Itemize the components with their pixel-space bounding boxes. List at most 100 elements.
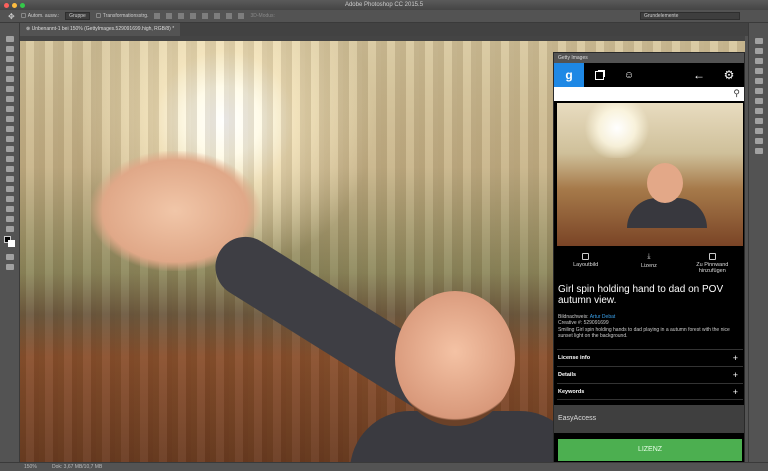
panel-icon[interactable] (754, 58, 763, 64)
auto-select-checkbox[interactable]: Autom. ausw.: (20, 13, 60, 19)
maximize-window-button[interactable] (20, 2, 25, 8)
align-icon[interactable] (202, 13, 209, 19)
panel-icon[interactable] (754, 138, 763, 144)
collections-icon[interactable] (584, 63, 614, 87)
document-tabs: ⊗ Unbenannt-1 bei 150% (GettyImages.5290… (20, 23, 748, 36)
image-meta: Bildnachweis: Artur Debat Creative #: 52… (558, 314, 742, 339)
document-size: Dok: 3,67 MB/10,7 MB (52, 464, 103, 470)
accordion-label: Keywords (558, 389, 585, 395)
status-bar: 150% Dok: 3,67 MB/10,7 MB (0, 462, 768, 471)
color-swatches[interactable] (0, 236, 19, 250)
stamp-tool-icon[interactable] (5, 116, 14, 122)
options-bar: ✥ Autom. ausw.: Gruppe Transformationsst… (0, 10, 768, 23)
auto-select-label: Autom. ausw.: (27, 13, 60, 19)
image-title: Girl spin holding hand to dad on POV aut… (558, 284, 724, 306)
accordion-label: License info (558, 355, 591, 361)
gear-icon[interactable]: ⚙ (714, 63, 744, 87)
healing-tool-icon[interactable] (5, 96, 14, 102)
hand-tool-icon[interactable] (5, 216, 14, 222)
image-description: Smiling Girl spin holding hands to dad p… (558, 326, 730, 339)
move-tool-icon[interactable]: ✥ (8, 12, 15, 21)
path-select-icon[interactable] (5, 196, 14, 202)
search-icon[interactable]: ⚲ (733, 88, 740, 99)
3d-mode-label: 3D-Modus: (250, 13, 275, 19)
photographer-link[interactable]: Artur Debat (590, 314, 616, 320)
document-tab-label: Unbenannt-1 bei 150% (GettyImages.529091… (31, 26, 175, 32)
accordion-license-info[interactable]: License info + (557, 349, 743, 366)
action-label: Zu Pinnwand hinzufügen (696, 262, 729, 274)
panel-icon[interactable] (754, 68, 763, 74)
eyedropper-tool-icon[interactable] (5, 86, 14, 92)
gradient-tool-icon[interactable] (5, 146, 14, 152)
getty-panel-icon[interactable] (754, 148, 763, 154)
panel-icon[interactable] (754, 98, 763, 104)
eraser-tool-icon[interactable] (5, 136, 14, 142)
getty-g-icon[interactable]: g (554, 63, 584, 87)
zoom-tool-icon[interactable] (5, 226, 14, 232)
add-to-board-button[interactable]: Zu Pinnwand hinzufügen (682, 253, 742, 283)
group-select[interactable]: Gruppe (65, 12, 90, 20)
align-icon[interactable] (178, 13, 185, 19)
align-icon[interactable] (166, 13, 173, 19)
pen-tool-icon[interactable] (5, 176, 14, 182)
quick-select-tool-icon[interactable] (5, 66, 14, 72)
license-button[interactable]: LIZENZ (558, 439, 742, 461)
download-icon: ⤓ (647, 253, 651, 260)
close-window-button[interactable] (4, 2, 9, 8)
image-actions: Layoutbild ⤓ Lizenz Zu Pinnwand hinzufüge… (554, 253, 744, 283)
panel-icon[interactable] (754, 128, 763, 134)
distribute-icon[interactable] (238, 13, 245, 19)
license-action-button[interactable]: ⤓ Lizenz (619, 253, 679, 283)
panel-icon[interactable] (754, 38, 763, 44)
document-tab[interactable]: ⊗ Unbenannt-1 bei 150% (GettyImages.5290… (20, 23, 181, 36)
tools-panel (0, 23, 20, 463)
workspace-select[interactable]: Grundelemente (640, 12, 740, 20)
search-bar[interactable]: ⚲ (554, 87, 744, 101)
plus-icon: + (732, 370, 738, 380)
quick-mask-icon[interactable] (5, 254, 14, 260)
panel-dock (748, 23, 768, 462)
lasso-tool-icon[interactable] (5, 56, 14, 62)
brush-tool-icon[interactable] (5, 106, 14, 112)
getty-nav: g ☺ ← ⚙ (554, 63, 744, 87)
crop-tool-icon[interactable] (5, 76, 14, 82)
transform-label: Transformationsstrg. (102, 13, 149, 19)
dodge-tool-icon[interactable] (5, 166, 14, 172)
minimize-window-button[interactable] (12, 2, 17, 8)
type-tool-icon[interactable] (5, 186, 14, 192)
blur-tool-icon[interactable] (5, 156, 14, 162)
add-board-icon (708, 253, 716, 260)
user-icon[interactable]: ☺ (614, 63, 644, 87)
plus-icon: + (732, 387, 738, 397)
accordion-details[interactable]: Details + (557, 366, 743, 383)
panel-icon[interactable] (754, 48, 763, 54)
history-brush-icon[interactable] (5, 126, 14, 132)
easyaccess-section[interactable]: EasyAccess (554, 405, 744, 433)
title-bar: Adobe Photoshop CC 2015.5 (0, 0, 768, 10)
marquee-tool-icon[interactable] (5, 46, 14, 52)
girl-face (395, 291, 515, 426)
getty-images-panel: Getty Images g ☺ ← ⚙ ⚲ Layoutbild ⤓ Lizen… (553, 52, 745, 463)
transform-controls-checkbox[interactable]: Transformationsstrg. (95, 13, 149, 19)
image-preview[interactable] (557, 103, 743, 246)
align-icon[interactable] (190, 13, 197, 19)
plus-icon: + (732, 353, 738, 363)
accordion-keywords[interactable]: Keywords + (557, 383, 743, 400)
panel-icon[interactable] (754, 118, 763, 124)
distribute-icon[interactable] (226, 13, 233, 19)
panel-header: Getty Images (554, 53, 744, 63)
panel-icon[interactable] (754, 88, 763, 94)
window-title: Adobe Photoshop CC 2015.5 (344, 2, 424, 8)
align-icon[interactable] (154, 13, 161, 19)
panel-icon[interactable] (754, 78, 763, 84)
back-arrow-icon[interactable]: ← (684, 63, 714, 87)
zoom-level[interactable]: 150% (24, 463, 37, 471)
screen-mode-icon[interactable] (5, 264, 14, 270)
layout-image-button[interactable]: Layoutbild (556, 253, 616, 283)
distribute-icon[interactable] (214, 13, 221, 19)
accordion-label: Details (558, 372, 577, 378)
move-tool-icon[interactable] (5, 36, 14, 42)
action-label: Lizenz (641, 263, 657, 269)
shape-tool-icon[interactable] (5, 206, 14, 212)
panel-icon[interactable] (754, 108, 763, 114)
